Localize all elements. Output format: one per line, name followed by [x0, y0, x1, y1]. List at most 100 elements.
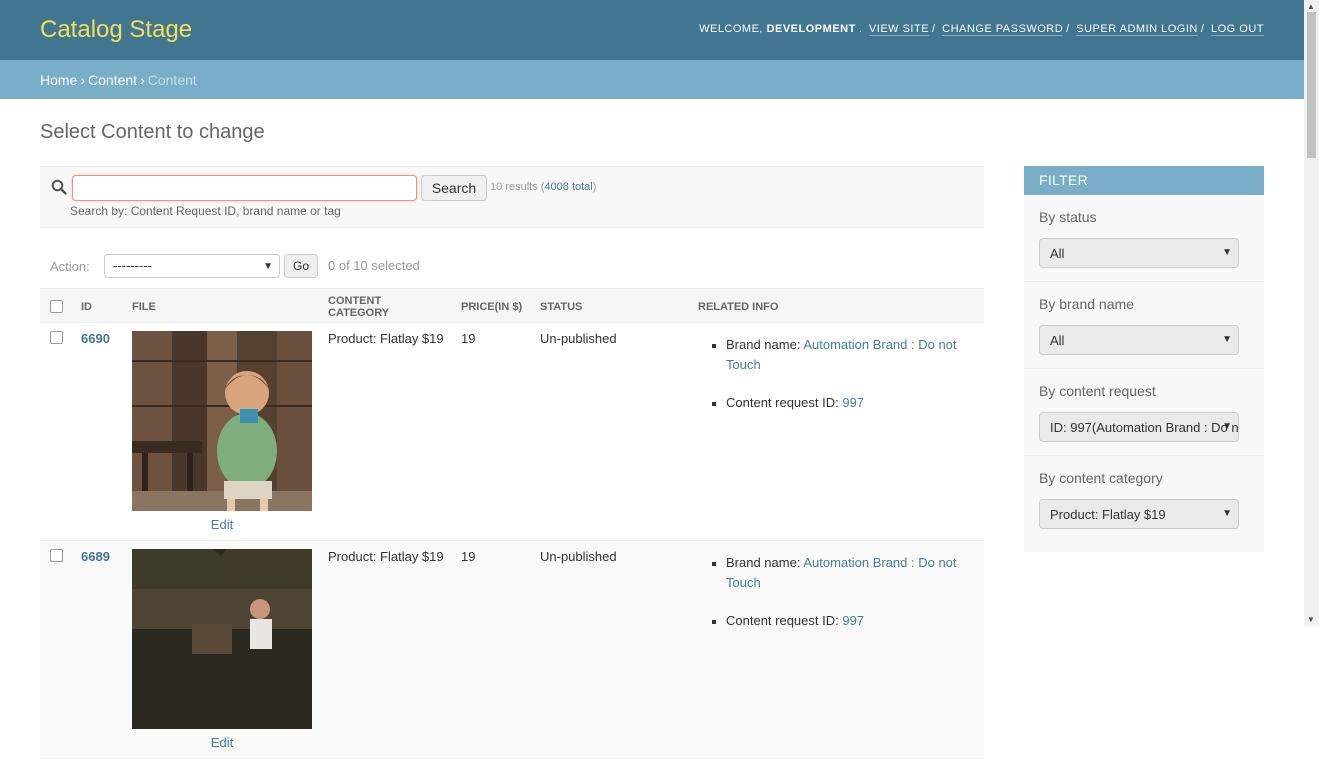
user-tools: WELCOME, DEVELOPMENT. VIEW SITE / CHANGE … — [699, 23, 1264, 36]
search-toolbar: Search 10 results (4008 total) Search by… — [40, 166, 984, 228]
related-info-list: Brand name: Automation Brand : Do not To… — [698, 335, 976, 413]
column-header-file[interactable]: FILE — [124, 288, 320, 323]
log-out-link[interactable]: LOG OUT — [1210, 23, 1264, 36]
content-request-item: Content request ID: 997 — [726, 393, 976, 413]
brand-name-label: Brand name: — [726, 337, 804, 352]
content-request-link[interactable]: 997 — [842, 395, 864, 410]
welcome-text: WELCOME, — [699, 23, 763, 35]
scroll-down-icon[interactable]: ▼ — [1307, 615, 1315, 624]
super-admin-login-link[interactable]: SUPER ADMIN LOGIN — [1076, 23, 1198, 36]
content-thumbnail[interactable] — [132, 331, 312, 511]
breadcrumb-home[interactable]: Home — [40, 72, 77, 88]
row-select-cell — [40, 322, 73, 541]
filter-select-value: ID: 997(Automation Brand : Do not Touch) — [1050, 420, 1239, 435]
breadcrumb: Home › Content › Content — [0, 60, 1304, 99]
price-cell: 19 — [453, 540, 532, 759]
filter-sidebar: FILTER By status All ▼ By brand name All ▼… — [1024, 166, 1264, 552]
edit-link[interactable]: Edit — [132, 517, 312, 532]
id-cell: 6690 — [73, 322, 124, 541]
action-select[interactable]: --------- ▼ — [104, 254, 280, 278]
page-title: Select Content to change — [40, 121, 265, 143]
filter-group-title: By content category — [1039, 470, 1163, 486]
category-cell: Product: Flatlay $19 — [320, 322, 453, 541]
row-select-cell — [40, 540, 73, 759]
actions-bar: Action: --------- ▼ Go 0 of 10 selected — [40, 246, 984, 286]
results-count: 10 results (4008 total) — [490, 181, 596, 193]
filter-group-brand-name: By brand name All ▼ — [1024, 282, 1264, 369]
scroll-up-icon[interactable]: ▲ — [1307, 2, 1315, 11]
brand-name-filter-select[interactable]: All ▼ — [1039, 325, 1239, 355]
price-cell: 19 — [453, 322, 532, 541]
search-help: Search by: Content Request ID, brand nam… — [70, 204, 341, 218]
column-header-status[interactable]: STATUS — [532, 288, 690, 323]
select-all-checkbox[interactable] — [50, 300, 63, 313]
action-select-value: --------- — [113, 258, 152, 273]
related-info-cell: Brand name: Automation Brand : Do not To… — [690, 540, 984, 759]
chevron-down-icon: ▼ — [1222, 247, 1232, 258]
go-button[interactable]: Go — [284, 254, 318, 278]
filter-group-title: By brand name — [1039, 296, 1134, 312]
id-cell: 6689 — [73, 540, 124, 759]
page-scrollbar[interactable]: ▲ ▼ — [1304, 0, 1319, 626]
total-results-link[interactable]: 4008 total — [544, 181, 592, 193]
chevron-down-icon: ▼ — [1222, 421, 1232, 432]
username: DEVELOPMENT — [766, 23, 856, 35]
row-id-link[interactable]: 6689 — [81, 549, 110, 564]
results-suffix: ) — [592, 181, 597, 193]
table-header-row: ID FILE CONTENT CATEGORY PRICE(IN $) STA… — [40, 288, 984, 323]
results-prefix: 10 results ( — [490, 181, 545, 193]
site-name[interactable]: Catalog Stage — [40, 16, 192, 44]
filter-title: FILTER — [1024, 166, 1264, 195]
related-info-cell: Brand name: Automation Brand : Do not To… — [690, 322, 984, 541]
filter-group-content-request: By content request ID: 997(Automation Br… — [1024, 369, 1264, 456]
row-checkbox[interactable] — [50, 331, 63, 344]
status-cell: Un-published — [532, 540, 690, 759]
file-cell: Edit — [124, 540, 320, 759]
brand-name-item: Brand name: Automation Brand : Do not To… — [726, 553, 976, 593]
column-header-id[interactable]: ID — [73, 288, 124, 323]
row-id-link[interactable]: 6690 — [81, 331, 110, 346]
content-category-filter-select[interactable]: Product: Flatlay $19 ▼ — [1039, 499, 1239, 529]
chevron-down-icon: ▼ — [263, 261, 273, 272]
edit-link[interactable]: Edit — [132, 735, 312, 750]
change-password-link[interactable]: CHANGE PASSWORD — [942, 23, 1064, 36]
column-header-price[interactable]: PRICE(IN $) — [453, 288, 532, 323]
filter-select-value: All — [1050, 246, 1065, 261]
search-input[interactable] — [72, 175, 417, 201]
chevron-down-icon: ▼ — [1222, 508, 1232, 519]
result-table: ID FILE CONTENT CATEGORY PRICE(IN $) STA… — [40, 288, 984, 759]
filter-group-title: By status — [1039, 209, 1097, 225]
content-request-label: Content request ID: — [726, 395, 843, 410]
action-label: Action: — [50, 259, 90, 274]
content-request-item: Content request ID: 997 — [726, 611, 976, 631]
search-icon — [51, 179, 67, 195]
view-site-link[interactable]: VIEW SITE — [868, 23, 930, 36]
filter-select-value: Product: Flatlay $19 — [1050, 507, 1166, 522]
filter-select-value: All — [1050, 333, 1065, 348]
content-request-filter-select[interactable]: ID: 997(Automation Brand : Do not Touch)… — [1039, 412, 1239, 442]
filter-group-content-category: By content category Product: Flatlay $19… — [1024, 456, 1264, 543]
column-header-category[interactable]: CONTENT CATEGORY — [320, 288, 453, 323]
brand-name-item: Brand name: Automation Brand : Do not To… — [726, 335, 976, 375]
selected-count: 0 of 10 selected — [328, 258, 420, 273]
search-button[interactable]: Search — [421, 175, 487, 201]
breadcrumb-current: Content — [147, 72, 197, 88]
status-cell: Un-published — [532, 322, 690, 541]
scrollbar-thumb[interactable] — [1307, 12, 1316, 158]
filter-group-status: By status All ▼ — [1024, 195, 1264, 282]
table-row: 6689 Edit Product: Flatlay $19 19 Un-pub… — [40, 540, 984, 759]
category-cell: Product: Flatlay $19 — [320, 540, 453, 759]
breadcrumb-app[interactable]: Content — [88, 72, 137, 88]
select-all-cell — [40, 288, 73, 323]
column-header-related-info[interactable]: RELATED INFO — [690, 288, 984, 323]
related-info-list: Brand name: Automation Brand : Do not To… — [698, 553, 976, 631]
table-row: 6690 Edit Product: Flatlay $19 19 Un-pub… — [40, 322, 984, 541]
chevron-down-icon: ▼ — [1222, 334, 1232, 345]
row-checkbox[interactable] — [50, 549, 63, 562]
header: Catalog Stage WELCOME, DEVELOPMENT. VIEW… — [0, 0, 1304, 60]
file-cell: Edit — [124, 322, 320, 541]
brand-name-label: Brand name: — [726, 555, 804, 570]
content-thumbnail[interactable] — [132, 549, 312, 729]
filter-group-title: By content request — [1039, 383, 1156, 399]
status-filter-select[interactable]: All ▼ — [1039, 238, 1239, 268]
